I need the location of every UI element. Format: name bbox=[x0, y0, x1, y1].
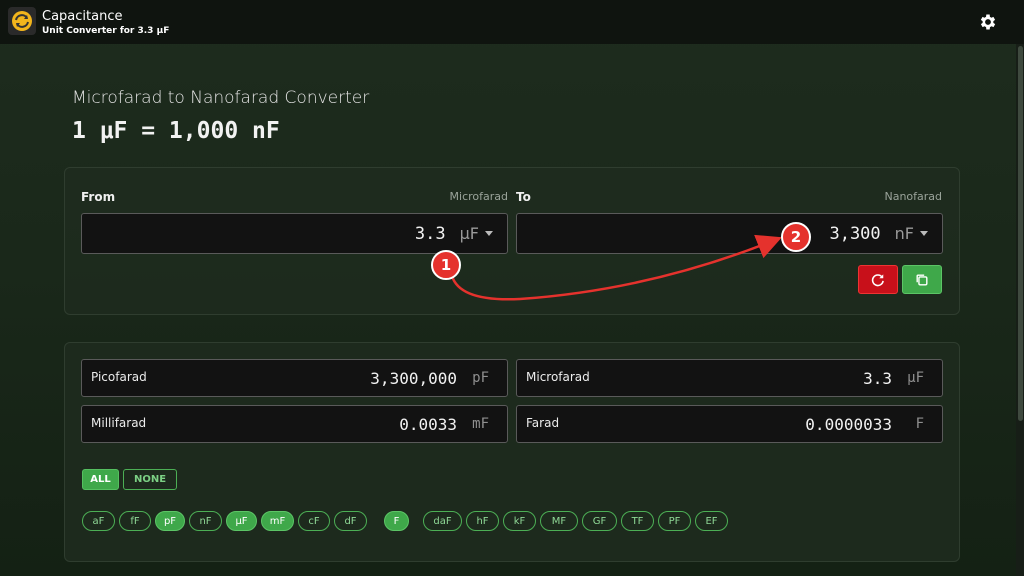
result-name: Picofarad bbox=[91, 370, 147, 384]
unit-chip-af[interactable]: aF bbox=[82, 511, 115, 531]
result-unit: F bbox=[915, 416, 924, 432]
unit-chip-gf[interactable]: GF bbox=[582, 511, 617, 531]
unit-chip-megaf[interactable]: MF bbox=[540, 511, 578, 531]
to-unit-name: Nanofarad bbox=[884, 190, 942, 203]
app-logo bbox=[8, 7, 36, 35]
result-picofarad[interactable]: Picofarad 3,300,000 pF bbox=[81, 359, 508, 397]
page-title: Microfarad to Nanofarad Converter bbox=[72, 88, 370, 108]
unit-chip-daf[interactable]: daF bbox=[423, 511, 462, 531]
unit-chip-nf[interactable]: nF bbox=[189, 511, 222, 531]
unit-chip-f[interactable]: F bbox=[384, 511, 409, 531]
app-header: Capacitance Unit Converter for 3.3 μF bbox=[0, 0, 1024, 44]
result-microfarad[interactable]: Microfarad 3.3 μF bbox=[516, 359, 943, 397]
result-value: 3,300,000 bbox=[370, 369, 457, 388]
chevron-down-icon bbox=[485, 231, 493, 236]
unit-chip-ff[interactable]: fF bbox=[119, 511, 151, 531]
annotation-badge-1: 1 bbox=[431, 250, 461, 280]
to-unit-select[interactable]: nF bbox=[895, 224, 914, 243]
result-unit: μF bbox=[907, 370, 924, 386]
unit-chip-kf[interactable]: kF bbox=[503, 511, 536, 531]
to-label: To bbox=[516, 190, 531, 204]
app-title: Capacitance bbox=[42, 9, 123, 24]
unit-chip-df[interactable]: dF bbox=[334, 511, 367, 531]
unit-chip-ef[interactable]: EF bbox=[695, 511, 728, 531]
from-unit-name: Microfarad bbox=[449, 190, 508, 203]
conversion-equation: 1 μF = 1,000 nF bbox=[72, 118, 280, 144]
annotation-badge-2: 2 bbox=[781, 222, 811, 252]
from-label: From bbox=[81, 190, 116, 204]
result-value: 0.0000033 bbox=[805, 415, 892, 434]
to-value-input[interactable]: 3,300 nF bbox=[516, 213, 943, 254]
result-value: 0.0033 bbox=[399, 415, 457, 434]
unit-chip-petaf[interactable]: PF bbox=[658, 511, 691, 531]
settings-button[interactable] bbox=[976, 10, 1000, 34]
result-value: 3.3 bbox=[863, 369, 892, 388]
app-subtitle: Unit Converter for 3.3 μF bbox=[42, 26, 170, 36]
unit-chip-pf[interactable]: pF bbox=[155, 511, 185, 531]
unit-chip-cf[interactable]: cF bbox=[298, 511, 330, 531]
result-millifarad[interactable]: Millifarad 0.0033 mF bbox=[81, 405, 508, 443]
result-name: Microfarad bbox=[526, 370, 590, 384]
reset-button[interactable] bbox=[858, 265, 898, 294]
select-none-button[interactable]: NONE bbox=[123, 469, 177, 490]
copy-icon bbox=[916, 273, 928, 286]
unit-chip-hf[interactable]: hF bbox=[466, 511, 499, 531]
gear-icon bbox=[980, 14, 996, 30]
result-name: Millifarad bbox=[91, 416, 147, 430]
result-unit: mF bbox=[472, 416, 489, 432]
unit-chip-mf[interactable]: mF bbox=[261, 511, 294, 531]
chevron-down-icon bbox=[920, 231, 928, 236]
to-value: 3,300 bbox=[829, 223, 881, 244]
refresh-logo-icon bbox=[12, 11, 32, 31]
result-name: Farad bbox=[526, 416, 560, 430]
scrollbar-thumb[interactable] bbox=[1018, 46, 1023, 421]
result-unit: pF bbox=[472, 370, 489, 386]
result-farad[interactable]: Farad 0.0000033 F bbox=[516, 405, 943, 443]
copy-button[interactable] bbox=[902, 265, 942, 294]
from-value: 3.3 bbox=[414, 223, 446, 244]
unit-chip-tf[interactable]: TF bbox=[621, 511, 654, 531]
from-unit-select[interactable]: μF bbox=[460, 224, 479, 243]
unit-chip-uf[interactable]: μF bbox=[226, 511, 257, 531]
select-all-button[interactable]: ALL bbox=[82, 469, 119, 490]
refresh-icon bbox=[871, 273, 884, 286]
from-value-input[interactable]: 3.3 μF bbox=[81, 213, 508, 254]
